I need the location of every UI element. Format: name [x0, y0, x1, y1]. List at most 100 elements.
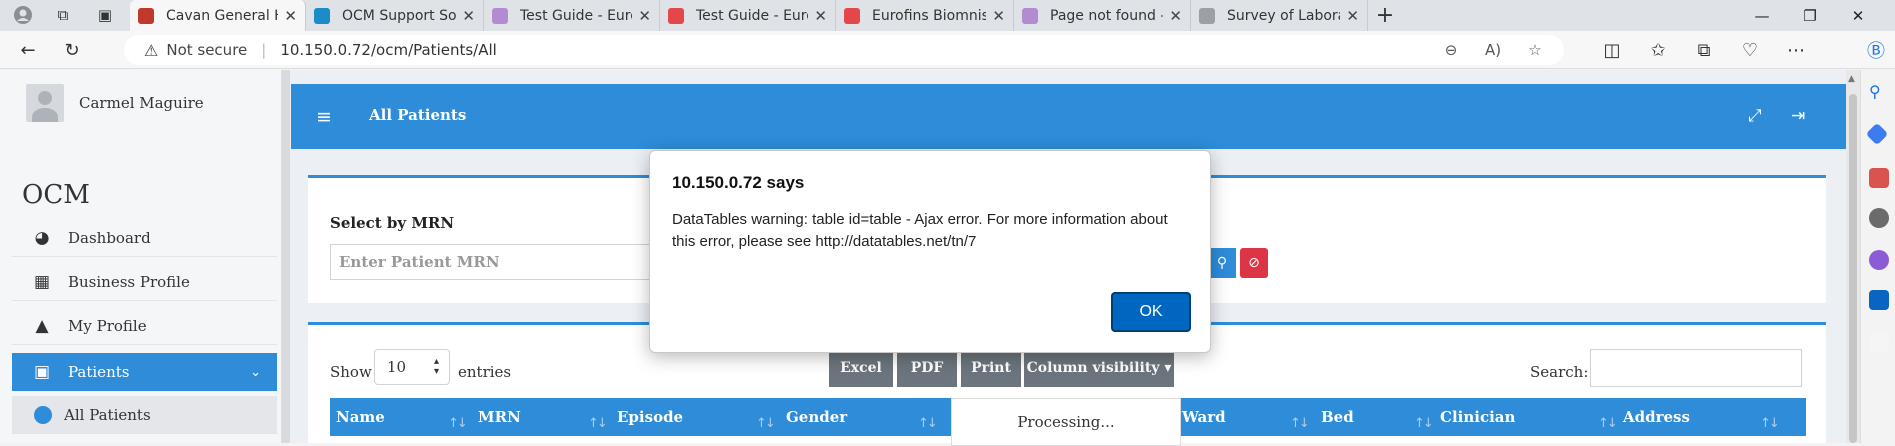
read-aloud-icon[interactable]: A): [1478, 35, 1508, 65]
close-tab-icon[interactable]: ✕: [814, 7, 827, 25]
browser-tab[interactable]: Test Guide - Eurofin ✕: [660, 0, 836, 31]
browser-tab[interactable]: Test Guide - Eurofin ✕: [484, 0, 660, 31]
column-header-clinician[interactable]: Clinician: [1440, 408, 1515, 426]
copilot-app-icon[interactable]: [1869, 250, 1889, 270]
reload-icon[interactable]: ↻: [58, 37, 86, 63]
more-menu-icon[interactable]: ⋯: [1782, 37, 1810, 63]
workspaces-icon[interactable]: ⧉: [50, 3, 76, 27]
page-scrollbar[interactable]: ▲: [1846, 70, 1860, 443]
sort-icon[interactable]: ↑↓: [918, 416, 938, 431]
back-icon[interactable]: ←: [14, 37, 42, 63]
games-icon[interactable]: [1869, 208, 1889, 228]
excel-button[interactable]: Excel: [829, 349, 893, 387]
sort-icon[interactable]: ↑↓: [448, 416, 468, 431]
favicon-icon: [844, 7, 860, 24]
building-icon: ▦: [33, 271, 51, 292]
zoom-out-icon[interactable]: ⊖: [1436, 35, 1466, 65]
user-icon: ▲: [35, 315, 49, 336]
favicon-icon: [668, 7, 684, 24]
address-bar-row: ← ↻ ⚠ Not secure | 10.150.0.72/ocm/Patie…: [0, 31, 1895, 69]
column-header-episode[interactable]: Episode: [617, 408, 683, 426]
favorite-star-icon[interactable]: ☆: [1520, 35, 1550, 65]
scroll-thumb[interactable]: [1849, 94, 1857, 443]
fullscreen-icon[interactable]: ⤢: [1748, 106, 1762, 126]
close-tab-icon[interactable]: ✕: [462, 7, 475, 25]
close-tab-icon[interactable]: ✕: [1169, 7, 1182, 25]
sort-icon[interactable]: ↑↓: [756, 416, 776, 431]
close-tab-icon[interactable]: ✕: [638, 7, 651, 25]
favorites-icon[interactable]: ✩: [1644, 37, 1672, 63]
sidebar-item-my-profile[interactable]: ▲ My Profile: [12, 307, 277, 345]
browser-tab[interactable]: Cavan General Hosp ✕: [130, 0, 306, 31]
tools-icon[interactable]: [1869, 168, 1889, 188]
close-window-icon[interactable]: ✕: [1836, 0, 1880, 31]
web-page: Carmel Maguire OCM ◕ Dashboard ▦ Busines…: [0, 70, 1895, 446]
search-button[interactable]: ⚲: [1208, 248, 1236, 278]
collections-icon[interactable]: ⧉: [1690, 37, 1718, 63]
sort-icon[interactable]: ↑↓: [588, 416, 608, 431]
address-bar[interactable]: ⚠ Not secure | 10.150.0.72/ocm/Patients/…: [124, 35, 1564, 65]
minimize-icon[interactable]: —: [1740, 0, 1784, 31]
sidebar-item-all-patients[interactable]: All Patients: [12, 396, 277, 434]
clear-button[interactable]: ⊘: [1240, 248, 1268, 278]
restore-icon[interactable]: ❐: [1788, 0, 1832, 31]
outlook-icon[interactable]: [1869, 290, 1889, 310]
favicon-icon: [1022, 7, 1038, 24]
close-tab-icon[interactable]: ✕: [1346, 7, 1359, 25]
tab-label: Test Guide - Eurofin: [696, 7, 808, 24]
entries-label: entries: [458, 363, 512, 381]
hamburger-menu-icon[interactable]: ≡: [316, 106, 332, 128]
page-size-select[interactable]: 10 ▴ ▾: [374, 349, 450, 385]
column-header-mrn[interactable]: MRN: [478, 408, 521, 426]
sidebar-item-patients[interactable]: ▣ Patients ⌄: [12, 353, 277, 391]
search-icon[interactable]: ⚲: [1869, 82, 1889, 102]
browser-essentials-icon[interactable]: ♡: [1736, 37, 1764, 63]
column-header-ward[interactable]: Ward: [1182, 408, 1226, 426]
shopping-tag-icon[interactable]: [1865, 122, 1889, 146]
sort-icon[interactable]: ↑↓: [1414, 416, 1434, 431]
browser-tab[interactable]: OCM Support Softw ✕: [306, 0, 484, 31]
profile-icon[interactable]: [10, 3, 36, 27]
brand-title: OCM: [22, 180, 90, 210]
tab-actions-icon[interactable]: ▣: [92, 3, 118, 27]
copilot-icon[interactable]: Ⓑ: [1862, 37, 1890, 63]
new-tab-button[interactable]: +: [1372, 3, 1398, 28]
more-apps-icon[interactable]: [1869, 332, 1889, 352]
print-button[interactable]: Print: [961, 349, 1021, 387]
sort-icon[interactable]: ↑↓: [1760, 416, 1780, 431]
ban-icon: ⊘: [1248, 255, 1260, 271]
browser-tab-strip: ⧉ ▣ Cavan General Hosp✕OCM Support Softw…: [0, 0, 1895, 31]
column-visibility-button[interactable]: Column visibility ▾: [1024, 349, 1174, 387]
sidebar-item-dashboard[interactable]: ◕ Dashboard: [12, 219, 277, 257]
sort-icon[interactable]: ↑↓: [1290, 416, 1310, 431]
column-header-address[interactable]: Address: [1623, 408, 1690, 426]
sidebar-item-label: My Profile: [68, 316, 147, 335]
sidebar-item-business-profile[interactable]: ▦ Business Profile: [12, 263, 277, 301]
url-text[interactable]: 10.150.0.72/ocm/Patients/All: [280, 41, 497, 59]
not-secure-label[interactable]: Not secure: [166, 41, 247, 59]
browser-tab[interactable]: Eurofins Biomnis ✕: [836, 0, 1014, 31]
column-header-bed[interactable]: Bed: [1321, 408, 1354, 426]
column-header-name[interactable]: Name: [336, 408, 385, 426]
table-search-input[interactable]: [1590, 349, 1802, 387]
browser-tab[interactable]: Page not found – Eu ✕: [1014, 0, 1191, 31]
warning-icon: ⚠: [144, 40, 159, 60]
close-tab-icon[interactable]: ✕: [284, 7, 297, 25]
sidebar: Carmel Maguire OCM ◕ Dashboard ▦ Busines…: [0, 70, 282, 443]
sort-icon[interactable]: ↑↓: [1598, 416, 1618, 431]
avatar: [26, 84, 64, 122]
favicon-icon: [1199, 7, 1215, 24]
favicon-icon: [314, 7, 330, 24]
mrn-label: Select by MRN: [330, 214, 455, 232]
main-header: ≡ All Patients ⤢ ⇥: [291, 84, 1846, 149]
tab-label: Test Guide - Eurofin: [520, 7, 632, 24]
pdf-button[interactable]: PDF: [897, 349, 957, 387]
ok-button[interactable]: OK: [1111, 292, 1191, 332]
sidebar-scrollbar[interactable]: [282, 70, 290, 443]
browser-tab[interactable]: Survey of Laborator ✕: [1191, 0, 1368, 31]
logout-icon[interactable]: ⇥: [1791, 106, 1805, 126]
close-tab-icon[interactable]: ✕: [992, 7, 1005, 25]
column-header-gender[interactable]: Gender: [786, 408, 847, 426]
split-screen-icon[interactable]: ◫: [1598, 37, 1626, 63]
scroll-up-icon[interactable]: ▲: [1848, 74, 1855, 84]
